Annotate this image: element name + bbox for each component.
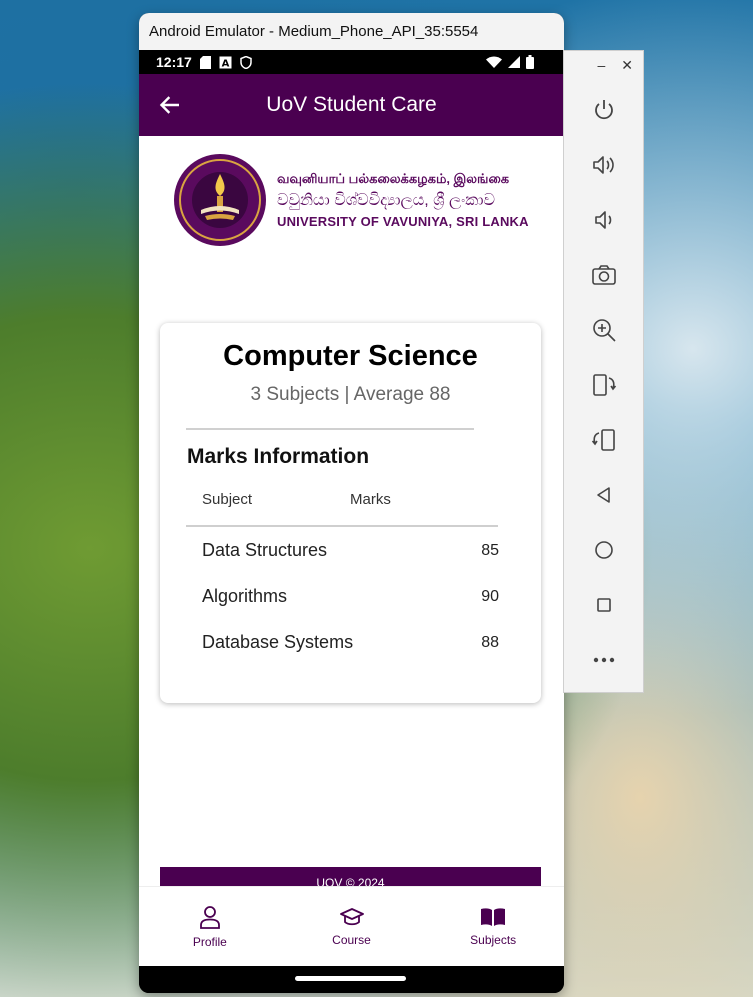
bottom-navigation: Profile Course Subjects [139, 886, 564, 966]
logo-text-english: UNIVERSITY OF VAVUNIYA, SRI LANKA [277, 214, 529, 229]
rotate-left-icon [593, 374, 617, 396]
screen-content: வவுனியாப் பல்கலைக்கழகம், இலங்கை වවුනියා … [139, 136, 564, 899]
minimize-button[interactable]: – [597, 57, 605, 74]
window-title: Android Emulator - Medium_Phone_API_35:5… [149, 23, 479, 40]
power-icon [595, 100, 613, 120]
app-bar: UoV Student Care [139, 74, 564, 136]
book-icon [481, 907, 506, 926]
table-row: Database Systems 88 [160, 632, 541, 662]
home-icon [595, 541, 613, 559]
back-button[interactable] [145, 81, 193, 129]
volume-down-icon [595, 211, 612, 229]
screenshot-button[interactable] [588, 259, 620, 291]
table-row: Data Structures 85 [160, 540, 541, 570]
table-divider [186, 525, 498, 527]
nav-label-profile: Profile [192, 934, 227, 949]
divider [186, 428, 474, 430]
row-subject: Data Structures [202, 540, 328, 560]
wifi-icon [486, 56, 502, 68]
nav-item-profile[interactable]: Profile [139, 887, 281, 966]
status-time: 12:17 [156, 54, 192, 70]
android-status-bar: 12:17 A [139, 50, 564, 74]
svg-text:A: A [221, 58, 229, 69]
emulator-control-panel: – ✕ [563, 50, 644, 693]
volume-up-icon [593, 156, 614, 174]
overview-icon [597, 598, 611, 612]
rotate-left-button[interactable] [588, 369, 620, 401]
person-icon [199, 905, 220, 929]
logo-text-sinhala: වවුනියා විශ්වවිද්‍යාලය, ශ්‍රී ලංකාව [277, 192, 496, 209]
rotate-right-icon [591, 429, 615, 451]
home-nav-button[interactable] [588, 534, 620, 566]
emulator-title-bar[interactable]: Android Emulator - Medium_Phone_API_35:5… [139, 13, 564, 50]
zoom-icon [593, 319, 616, 342]
row-subject: Algorithms [202, 586, 288, 606]
row-subject: Database Systems [202, 632, 354, 652]
row-mark: 85 [481, 542, 499, 559]
desktop-background: Android Emulator - Medium_Phone_API_35:5… [0, 0, 753, 997]
sd-card-icon [199, 55, 211, 69]
more-icon [593, 657, 615, 663]
volume-up-button[interactable] [588, 149, 620, 181]
emulator-window: Android Emulator - Medium_Phone_API_35:5… [139, 13, 564, 993]
zoom-button[interactable] [588, 314, 620, 346]
back-icon [597, 487, 610, 503]
marks-card: Computer Science 3 Subjects | Average 88… [160, 323, 541, 703]
home-gesture-handle[interactable] [295, 976, 406, 981]
department-title: Computer Science [223, 340, 478, 372]
rotate-right-button[interactable] [588, 424, 620, 456]
table-row: Algorithms 90 [160, 586, 541, 616]
app-title: UoV Student Care [266, 93, 437, 116]
row-mark: 88 [481, 634, 499, 651]
logo-text-tamil: வவுனியாப் பல்கலைக்கழகம், இலங்கை [277, 171, 510, 186]
marks-section-title: Marks Information [187, 445, 370, 468]
shield-icon [240, 55, 252, 69]
camera-icon [592, 265, 616, 285]
volume-down-button[interactable] [588, 204, 620, 236]
gesture-navigation-bar [139, 966, 564, 993]
university-logo-banner: வவுனியாப் பல்கலைக்கழகம், இலங்கை වවුනියා … [171, 150, 531, 250]
subject-summary: 3 Subjects | Average 88 [250, 384, 451, 405]
graduation-cap-icon [339, 907, 364, 925]
column-header-marks: Marks [350, 491, 391, 508]
arrow-back-icon [159, 96, 179, 114]
close-button[interactable]: ✕ [621, 57, 633, 74]
overview-nav-button[interactable] [588, 589, 620, 621]
nav-item-course[interactable]: Course [281, 887, 423, 966]
signal-icon [508, 56, 520, 68]
nav-label-subjects: Subjects [470, 932, 517, 947]
column-header-subject: Subject [202, 491, 253, 508]
nav-item-subjects[interactable]: Subjects [422, 887, 564, 966]
power-button[interactable] [588, 94, 620, 126]
more-button[interactable] [588, 644, 620, 676]
battery-icon [526, 55, 534, 69]
nav-label-course: Course [332, 932, 371, 947]
font-a-icon: A [219, 56, 232, 69]
back-nav-button[interactable] [588, 479, 620, 511]
row-mark: 90 [481, 588, 499, 605]
university-seal-icon [174, 154, 266, 246]
